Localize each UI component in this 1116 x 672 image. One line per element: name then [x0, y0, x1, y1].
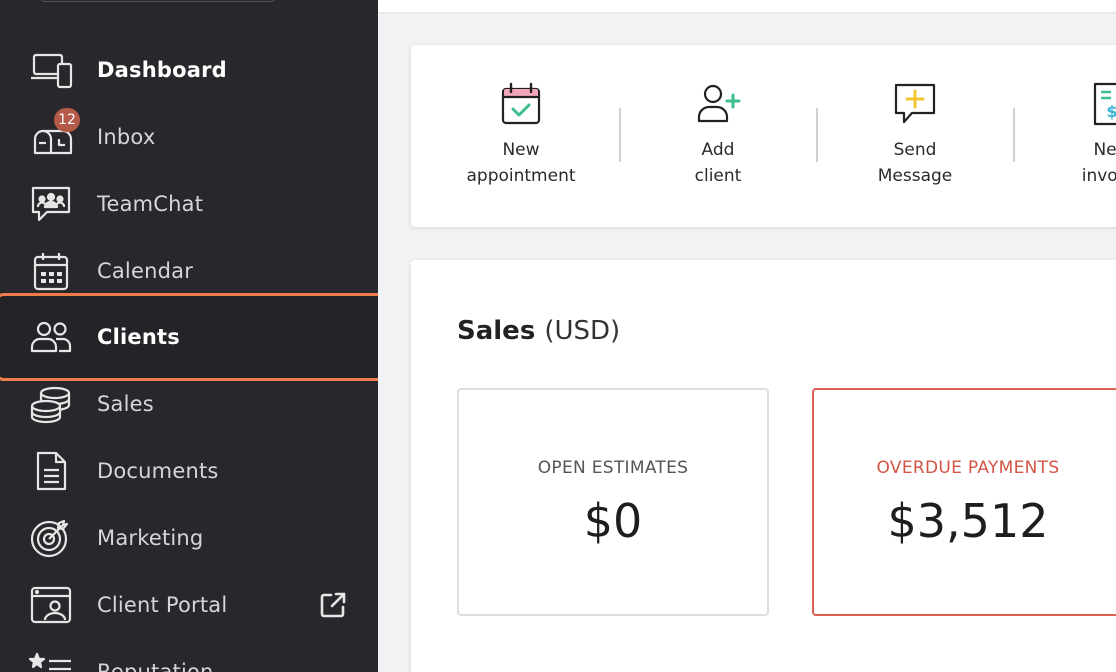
- sidebar-top-edge: [40, 0, 276, 2]
- sidebar-item-label: Dashboard: [97, 58, 227, 82]
- sales-title: Sales (USD): [457, 316, 620, 346]
- sidebar-item-label: Client Portal: [97, 593, 228, 617]
- sales-card: Sales (USD) OPEN ESTIMATES $0 OVERDUE PA…: [411, 260, 1116, 672]
- quick-action-label: New invoice: [1081, 140, 1116, 186]
- portal-icon: [28, 584, 74, 626]
- svg-text:$: $: [1106, 102, 1116, 121]
- overdue-payments-label: OVERDUE PAYMENTS: [876, 458, 1060, 478]
- sidebar-item-label: TeamChat: [97, 192, 204, 216]
- star-list-icon: [28, 651, 74, 672]
- new-invoice-button[interactable]: $ New invoice: [1014, 45, 1116, 227]
- open-estimates-label: OPEN ESTIMATES: [537, 458, 689, 478]
- overdue-payments-value: $3,512: [887, 494, 1049, 548]
- target-icon: [28, 517, 74, 559]
- sidebar: Dashboard Inbox 12 TeamChat Calendar Cli…: [0, 0, 378, 672]
- sidebar-item-documents[interactable]: Documents: [0, 441, 378, 501]
- sidebar-item-calendar[interactable]: Calendar: [0, 241, 378, 301]
- quick-actions-card: New appointment Add client Send Message …: [411, 45, 1116, 227]
- quick-action-label: Send Message: [877, 140, 953, 186]
- open-estimates-card[interactable]: OPEN ESTIMATES $0: [457, 388, 769, 616]
- open-estimates-value: $0: [583, 494, 643, 548]
- quick-action-label: New appointment: [466, 140, 576, 186]
- team-chat-icon: [28, 183, 74, 225]
- coins-icon: [28, 383, 74, 425]
- sidebar-item-clients[interactable]: Clients: [0, 293, 378, 381]
- add-client-button[interactable]: Add client: [620, 45, 816, 227]
- calendar-icon: [28, 250, 74, 292]
- quick-action-label: Add client: [694, 140, 742, 186]
- sales-currency-unit: (USD): [544, 316, 621, 346]
- external-link-icon[interactable]: [318, 590, 348, 620]
- devices-icon: [28, 49, 74, 91]
- calendar-check-icon: [501, 82, 541, 125]
- sidebar-item-label: Reputation: [97, 660, 214, 672]
- sidebar-item-sales[interactable]: Sales: [0, 374, 378, 434]
- send-message-button[interactable]: Send Message: [817, 45, 1013, 227]
- inbox-count-badge: 12: [54, 108, 80, 132]
- sidebar-item-marketing[interactable]: Marketing: [0, 508, 378, 568]
- sidebar-item-label: Clients: [97, 325, 180, 349]
- sales-title-text: Sales: [457, 316, 536, 346]
- top-bar: [378, 0, 1116, 12]
- new-appointment-button[interactable]: New appointment: [423, 45, 619, 227]
- sidebar-item-label: Sales: [97, 392, 154, 416]
- sidebar-item-teamchat[interactable]: TeamChat: [0, 174, 378, 234]
- sidebar-item-dashboard[interactable]: Dashboard: [0, 40, 378, 100]
- invoice-icon: $: [1093, 82, 1116, 126]
- add-user-icon: [697, 84, 741, 123]
- users-icon: [28, 316, 74, 358]
- sidebar-item-client-portal[interactable]: Client Portal: [0, 575, 378, 635]
- sidebar-item-reputation[interactable]: Reputation: [0, 642, 378, 672]
- sidebar-item-label: Calendar: [97, 259, 194, 283]
- overdue-payments-card[interactable]: OVERDUE PAYMENTS $3,512: [812, 388, 1116, 616]
- message-plus-icon: [894, 83, 936, 124]
- sidebar-item-label: Marketing: [97, 526, 204, 550]
- document-icon: [28, 450, 74, 492]
- sidebar-item-label: Documents: [97, 459, 219, 483]
- sidebar-item-label: Inbox: [97, 125, 156, 149]
